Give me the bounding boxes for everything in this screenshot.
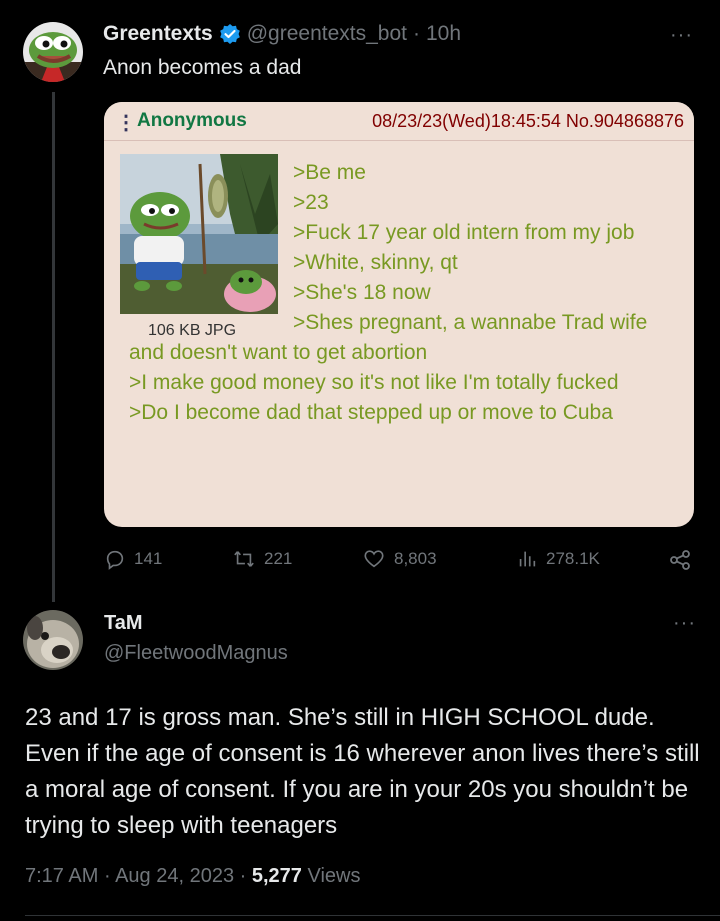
repost-icon	[234, 551, 254, 567]
post-menu-icon: ⋮	[116, 112, 136, 134]
analytics-icon	[519, 551, 536, 567]
post-body: >Be me >23 >Fuck 17 year old intern from…	[129, 158, 684, 428]
post-header: ⋮ Anonymous 08/23/23(Wed)18:45:54 No.904…	[104, 102, 694, 141]
timestamp[interactable]: 10h	[426, 22, 461, 46]
post-meta: 08/23/23(Wed)18:45:54 No.904868876	[372, 111, 684, 131]
reply-count: 141	[134, 549, 163, 568]
thumbnail-spacer	[129, 158, 293, 338]
reply-button[interactable]: 141	[104, 548, 162, 570]
greentext-image[interactable]: ⋮ Anonymous 08/23/23(Wed)18:45:54 No.904…	[104, 102, 694, 527]
reply-more-options-icon[interactable]: ···	[673, 612, 696, 635]
reply-time[interactable]: 7:17 AM	[25, 865, 98, 887]
views-button[interactable]: 278.1K	[516, 548, 600, 570]
reply-date[interactable]: Aug 24, 2023	[115, 865, 234, 887]
share-icon	[670, 550, 690, 570]
repost-count: 221	[264, 549, 293, 568]
like-button[interactable]: 8,803	[362, 548, 437, 570]
handle[interactable]: @greentexts_bot	[247, 22, 407, 46]
greentext-line: >Do I become dad that stepped up or move…	[129, 401, 613, 424]
thread-line	[52, 92, 55, 602]
action-bar: 141 221 8,803 278.1K	[104, 548, 694, 578]
separator-dot: ·	[103, 865, 116, 887]
tweet-text: Anon becomes a dad	[103, 56, 302, 79]
heart-icon	[364, 550, 384, 568]
pepe-avatar[interactable]	[23, 22, 83, 82]
verified-badge-icon	[219, 24, 240, 44]
like-count: 8,803	[394, 549, 437, 568]
poster-name: Anonymous	[137, 110, 247, 131]
tweet-header: Greentexts @greentexts_bot · 10h	[103, 22, 461, 46]
reply-meta: 7:17 AM · Aug 24, 2023 · 5,277 Views	[25, 865, 360, 888]
reply-avatar[interactable]	[23, 610, 83, 670]
reply-text: 23 and 17 is gross man. She’s still in H…	[25, 704, 700, 839]
pepe-frog-avatar-icon	[23, 22, 83, 82]
display-name[interactable]: Greentexts	[103, 22, 213, 46]
more-options-icon[interactable]: ···	[670, 24, 693, 47]
divider	[25, 915, 720, 916]
reply-views-label: Views	[307, 865, 361, 887]
reply-icon	[106, 550, 124, 570]
dog-photo-avatar-icon	[23, 610, 83, 670]
reply-views-count: 5,277	[251, 865, 302, 887]
greentext-line: >I make good money so it's not like I'm …	[129, 371, 619, 394]
view-count: 278.1K	[546, 549, 600, 568]
separator-dot: ·	[412, 22, 420, 45]
reply-handle[interactable]: @FleetwoodMagnus	[104, 642, 288, 665]
reply-display-name[interactable]: TaM	[104, 612, 143, 635]
repost-button[interactable]: 221	[232, 548, 292, 570]
share-button[interactable]	[668, 548, 700, 572]
separator-dot: ·	[239, 865, 252, 887]
